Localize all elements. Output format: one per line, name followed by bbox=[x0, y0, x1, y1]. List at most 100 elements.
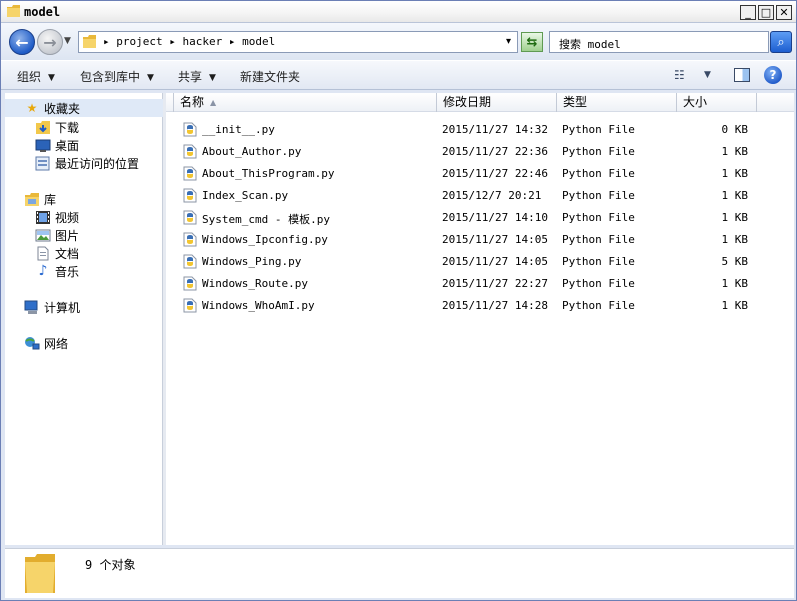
include-in-library-button[interactable]: 包含到库中 ▼ bbox=[80, 68, 154, 85]
table-row[interactable]: About_ThisProgram.py 2015/11/27 22:46 Pyth… bbox=[180, 163, 780, 185]
table-row[interactable]: Windows_Ping.py 2015/11/27 14:05 Python Fi… bbox=[180, 251, 780, 273]
nav-item-videos[interactable]: 视频 bbox=[5, 208, 163, 226]
column-header-size[interactable]: 大小 bbox=[677, 93, 757, 112]
nav-item-music[interactable]: ♪ 音乐 bbox=[5, 262, 163, 280]
file-name: Index_Scan.py bbox=[202, 189, 289, 202]
file-modified: 2015/11/27 14:28 bbox=[442, 299, 548, 312]
file-name: Windows_Ping.py bbox=[202, 255, 302, 268]
file-modified: 2015/11/27 14:05 bbox=[442, 255, 548, 268]
file-modified: 2015/11/27 22:36 bbox=[442, 145, 548, 158]
nav-item-label: 桌面 bbox=[55, 138, 80, 153]
chevron-down-icon: ▼ bbox=[48, 73, 55, 83]
library-icon bbox=[25, 192, 39, 206]
file-name: Windows_Route.py bbox=[202, 277, 308, 290]
star-icon: ★ bbox=[26, 101, 38, 115]
column-header-name[interactable]: 名称 ▲ bbox=[174, 93, 437, 112]
include-in-library-label: 包含到库中 bbox=[80, 70, 141, 84]
nav-item-label: 文档 bbox=[55, 246, 80, 261]
nav-computer[interactable]: 计算机 bbox=[5, 298, 163, 316]
file-size: 0 KB bbox=[721, 123, 749, 136]
nav-libraries-label: 库 bbox=[44, 192, 57, 207]
table-row[interactable]: About_Author.py 2015/11/27 22:36 Python Fi… bbox=[180, 141, 780, 163]
title-bar[interactable]: model _ □ ✕ bbox=[1, 1, 796, 23]
address-dropdown-icon[interactable]: ▾ bbox=[506, 36, 511, 47]
file-name: __init__.py bbox=[202, 123, 275, 136]
navigation-pane: ★ 收藏夹 下载 桌面 最近访问的位置 库 视频 图片 文档 ♪ 音乐 计算机 … bbox=[5, 93, 163, 545]
file-type: Python File bbox=[562, 145, 635, 158]
table-row[interactable]: Windows_Route.py 2015/11/27 22:27 Python F… bbox=[180, 273, 780, 295]
organize-button[interactable]: 组织 ▼ bbox=[17, 68, 55, 85]
back-button[interactable]: ← bbox=[9, 29, 35, 55]
video-icon bbox=[36, 210, 50, 224]
new-folder-button[interactable]: 新建文件夹 bbox=[240, 68, 300, 85]
nav-item-downloads[interactable]: 下载 bbox=[5, 118, 163, 136]
table-row[interactable]: System_cmd - 模板.py 2015/11/27 14:10 Python… bbox=[180, 207, 780, 229]
file-type: Python File bbox=[562, 123, 635, 136]
file-type: Python File bbox=[562, 277, 635, 290]
recent-places-icon bbox=[35, 156, 50, 170]
file-size: 1 KB bbox=[721, 189, 749, 202]
nav-item-pictures[interactable]: 图片 bbox=[5, 226, 163, 244]
search-input[interactable]: 搜索 model bbox=[549, 31, 769, 53]
computer-icon bbox=[24, 300, 38, 314]
view-controls: ☷ ▼ ? bbox=[674, 66, 782, 84]
nav-item-desktop[interactable]: 桌面 bbox=[5, 136, 163, 154]
table-row[interactable]: Windows_WhoAmI.py 2015/11/27 14:28 Python … bbox=[180, 295, 780, 317]
file-modified: 2015/11/27 14:32 bbox=[442, 123, 548, 136]
change-view-icon[interactable]: ☷ bbox=[674, 68, 690, 82]
column-spacer bbox=[166, 93, 174, 112]
search-icon: ⌕ bbox=[777, 34, 785, 50]
minimize-button[interactable]: _ bbox=[740, 5, 756, 20]
forward-button[interactable]: → bbox=[37, 29, 63, 55]
nav-item-documents[interactable]: 文档 bbox=[5, 244, 163, 262]
document-icon bbox=[37, 246, 49, 260]
chevron-down-icon: ▼ bbox=[209, 73, 216, 83]
nav-item-recent-places[interactable]: 最近访问的位置 bbox=[5, 154, 163, 172]
desktop-icon bbox=[35, 139, 51, 152]
network-icon bbox=[25, 336, 40, 349]
file-type: Python File bbox=[562, 299, 635, 312]
recent-pages-dropdown-icon[interactable]: ▼ bbox=[64, 36, 71, 46]
table-row[interactable]: Index_Scan.py 2015/12/7 20:21 Python File 1… bbox=[180, 185, 780, 207]
table-row[interactable]: __init__.py 2015/11/27 14:32 Python File 0 … bbox=[180, 119, 780, 141]
back-arrow-icon: ← bbox=[15, 32, 29, 52]
close-button[interactable]: ✕ bbox=[776, 5, 792, 20]
file-modified: 2015/12/7 20:21 bbox=[442, 189, 542, 202]
column-header-modified[interactable]: 修改日期 bbox=[437, 93, 557, 112]
preview-pane-icon[interactable] bbox=[734, 68, 750, 82]
table-row[interactable]: Windows_Ipconfig.py 2015/11/27 14:05 Pytho… bbox=[180, 229, 780, 251]
file-size: 1 KB bbox=[721, 167, 749, 180]
folder-icon bbox=[7, 5, 20, 17]
python-file-icon bbox=[183, 144, 197, 159]
nav-libraries[interactable]: 库 bbox=[5, 190, 163, 208]
search-placeholder: 搜索 model bbox=[559, 38, 621, 51]
maximize-button[interactable]: □ bbox=[758, 5, 774, 20]
column-header-type[interactable]: 类型 bbox=[557, 93, 677, 112]
window-controls: _ □ ✕ bbox=[740, 5, 792, 20]
nav-network[interactable]: 网络 bbox=[5, 334, 163, 352]
file-type: Python File bbox=[562, 189, 635, 202]
forward-arrow-icon: → bbox=[43, 32, 57, 52]
share-button[interactable]: 共享 ▼ bbox=[178, 68, 216, 85]
nav-favorites[interactable]: ★ 收藏夹 bbox=[5, 99, 163, 117]
nav-item-label: 图片 bbox=[55, 228, 80, 243]
nav-item-label: 视频 bbox=[55, 210, 80, 225]
file-type: Python File bbox=[562, 167, 635, 180]
command-bar: 组织 ▼ 包含到库中 ▼ 共享 ▼ 新建文件夹 ☷ ▼ ? bbox=[1, 60, 796, 90]
breadcrumb[interactable]: ▸ project ▸ hacker ▸ model bbox=[103, 35, 275, 48]
column-modified-label: 修改日期 bbox=[443, 95, 492, 109]
address-bar[interactable]: ▸ project ▸ hacker ▸ model ▾ bbox=[78, 31, 518, 53]
details-pane: 9 个对象 bbox=[5, 548, 794, 598]
file-name: About_Author.py bbox=[202, 145, 302, 158]
download-folder-icon bbox=[36, 120, 50, 134]
help-icon[interactable]: ? bbox=[764, 66, 782, 84]
python-file-icon bbox=[183, 232, 197, 247]
python-file-icon bbox=[183, 276, 197, 291]
organize-label: 组织 bbox=[17, 70, 42, 84]
chevron-down-icon: ▼ bbox=[147, 73, 154, 83]
nav-item-label: 下载 bbox=[55, 120, 80, 135]
refresh-button[interactable]: ⇆ bbox=[521, 32, 543, 52]
file-type: Python File bbox=[562, 211, 635, 224]
chevron-down-icon[interactable]: ▼ bbox=[704, 68, 720, 82]
search-button[interactable]: ⌕ bbox=[770, 31, 792, 53]
